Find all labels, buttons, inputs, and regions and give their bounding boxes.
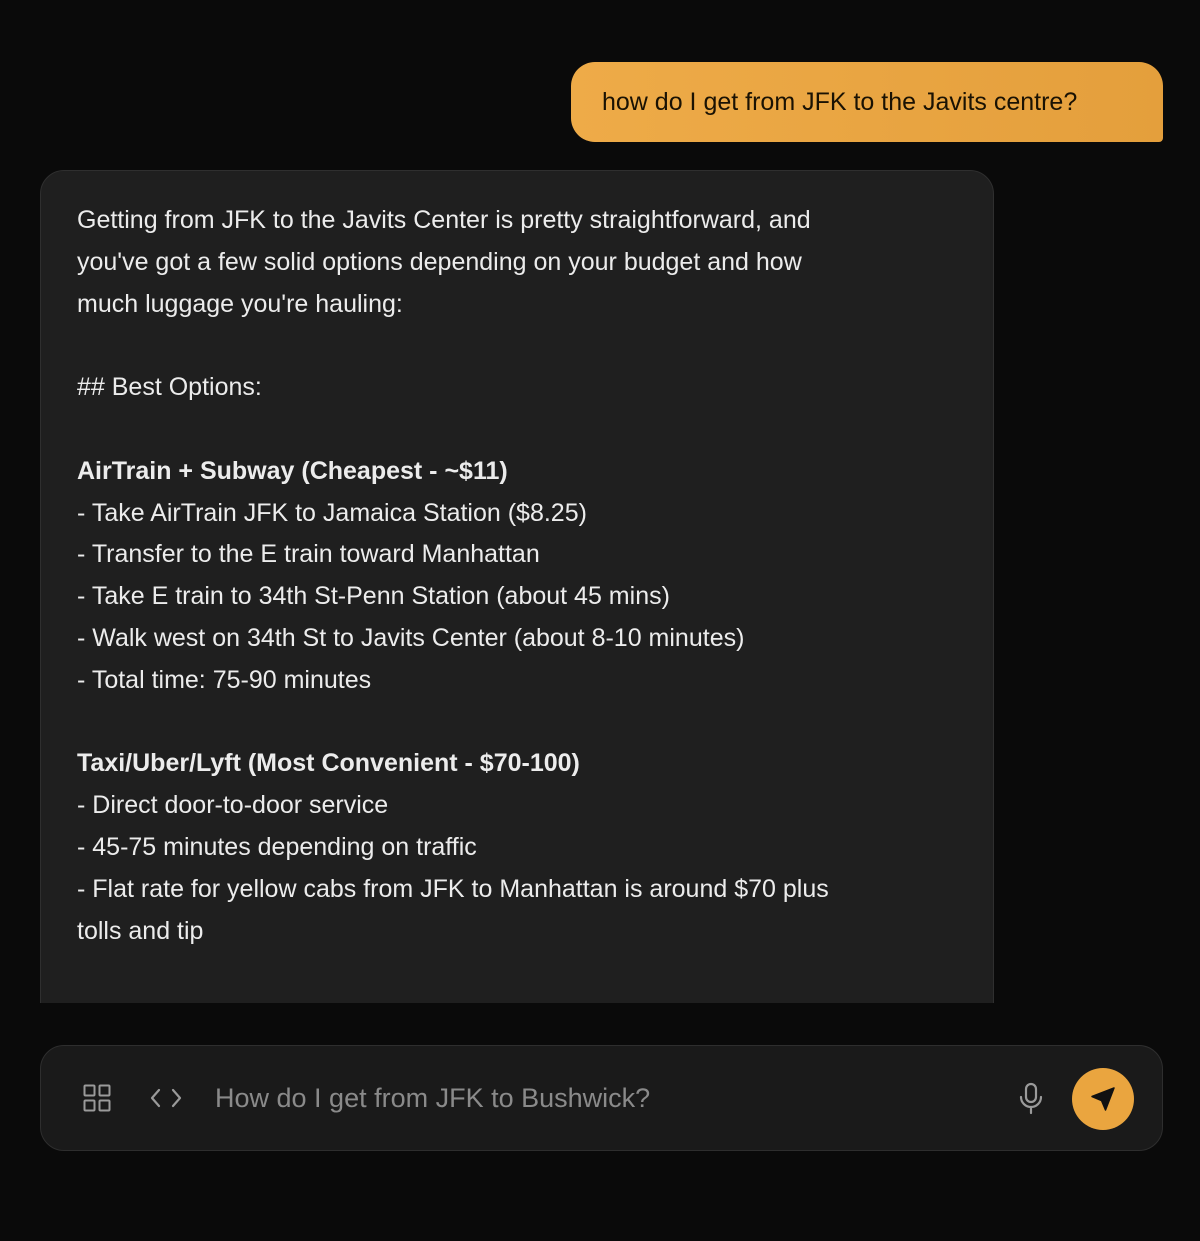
assistant-text-line: much luggage you're hauling: — [77, 289, 403, 318]
assistant-heading-line: Taxi/Uber/Lyft (Most Convenient - $70-10… — [77, 749, 580, 778]
user-message-bubble: how do I get from JFK to the Javits cent… — [571, 62, 1163, 142]
assistant-text-line: - 45-75 minutes depending on traffic — [77, 832, 477, 861]
assistant-text-line: - Take AirTrain JFK to Jamaica Station (… — [77, 498, 587, 527]
microphone-icon[interactable] — [1017, 1082, 1045, 1116]
assistant-blank-line — [77, 409, 957, 451]
assistant-text-line: ## Best Options: — [77, 373, 262, 402]
assistant-text-line: tolls and tip — [77, 916, 204, 945]
assistant-blank-line — [77, 325, 957, 367]
code-icon[interactable] — [149, 1084, 183, 1112]
send-arrow-icon — [1091, 1087, 1115, 1111]
message-input[interactable] — [215, 1076, 995, 1120]
assistant-text-line: - Walk west on 34th St to Javits Center … — [77, 623, 745, 652]
assistant-heading-line: AirTrain + Subway (Cheapest - ~$11) — [77, 456, 508, 485]
assistant-text-line: - Direct door-to-door service — [77, 791, 389, 820]
chat-page: how do I get from JFK to the Javits cent… — [0, 0, 1200, 1241]
assistant-text-line: - Total time: 75-90 minutes — [77, 665, 372, 694]
assistant-message-bubble: Getting from JFK to the Javits Center is… — [40, 170, 994, 1003]
assistant-text-line: - Take E train to 34th St-Penn Station (… — [77, 582, 670, 611]
send-button[interactable] — [1072, 1068, 1134, 1130]
user-message-text: how do I get from JFK to the Javits cent… — [602, 88, 1078, 116]
assistant-text-line: you've got a few solid options depending… — [77, 247, 802, 276]
assistant-blank-line — [77, 702, 957, 744]
assistant-text-line: - Flat rate for yellow cabs from JFK to … — [77, 874, 829, 903]
assistant-message-viewport[interactable]: Getting from JFK to the Javits Center is… — [40, 170, 994, 1003]
message-composer — [40, 1045, 1163, 1151]
grid-icon[interactable] — [83, 1084, 111, 1112]
assistant-text-line: Getting from JFK to the Javits Center is… — [77, 206, 811, 234]
assistant-text-line: - Transfer to the E train toward Manhatt… — [77, 540, 540, 569]
